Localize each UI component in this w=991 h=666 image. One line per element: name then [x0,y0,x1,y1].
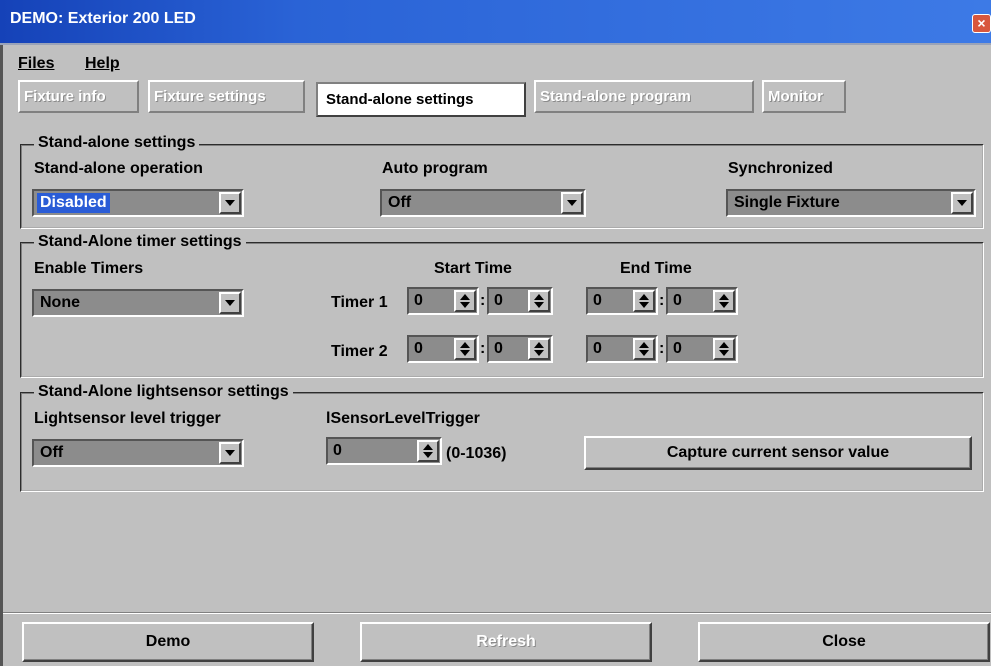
end-time-label: End Time [620,260,692,277]
auto-program-select[interactable]: Off [380,189,586,217]
close-window-icon[interactable]: × [972,14,991,33]
spinner-arrows-icon[interactable] [417,440,439,462]
spinner-arrows-icon[interactable] [528,338,550,360]
spinner-arrows-icon[interactable] [454,290,476,312]
synchronized-select[interactable]: Single Fixture [726,189,976,217]
tab-monitor[interactable]: Monitor [762,80,846,113]
menu-help[interactable]: Help [85,55,120,73]
timer2-end-hour-spinner[interactable]: 0 [586,335,658,363]
synchronized-label: Synchronized [728,160,833,177]
close-button[interactable]: Close [698,622,990,662]
spinner-arrows-icon[interactable] [633,290,655,312]
timer2-start-minute-spinner[interactable]: 0 [487,335,553,363]
spinner-arrows-icon[interactable] [454,338,476,360]
time-separator: : [480,292,486,309]
capture-sensor-value-button[interactable]: Capture current sensor value [584,436,972,470]
standalone-operation-label: Stand-alone operation [34,160,203,177]
time-separator: : [480,340,486,357]
refresh-button[interactable]: Refresh [360,622,652,662]
time-separator: : [659,340,665,357]
enable-timers-label: Enable Timers [34,260,144,277]
enable-timers-value: None [40,294,80,311]
spinner-arrows-icon[interactable] [528,290,550,312]
spinner-arrows-icon[interactable] [633,338,655,360]
timer2-start-minute-value: 0 [494,340,503,357]
timer1-start-hour-value: 0 [414,292,423,309]
sensor-level-trigger-value: 0 [333,442,342,459]
start-time-label: Start Time [434,260,512,277]
timer1-start-hour-spinner[interactable]: 0 [407,287,479,315]
timer1-start-minute-spinner[interactable]: 0 [487,287,553,315]
menu-help-label: Help [85,55,120,72]
chevron-down-icon[interactable] [219,192,241,214]
timer2-end-minute-value: 0 [673,340,682,357]
spinner-arrows-icon[interactable] [713,338,735,360]
lightsensor-settings-legend: Stand-Alone lightsensor settings [34,383,293,401]
spinner-arrows-icon[interactable] [713,290,735,312]
timer2-start-hour-value: 0 [414,340,423,357]
tab-stand-alone-program[interactable]: Stand-alone program [534,80,754,113]
timer-settings-legend: Stand-Alone timer settings [34,233,246,251]
timer2-start-hour-spinner[interactable]: 0 [407,335,479,363]
sensor-range-text: (0-1036) [446,445,507,462]
tab-stand-alone-settings[interactable]: Stand-alone settings [316,82,526,117]
timer1-end-hour-spinner[interactable]: 0 [586,287,658,315]
timer1-end-minute-spinner[interactable]: 0 [666,287,738,315]
time-separator: : [659,292,665,309]
standalone-operation-value: Disabled [37,193,110,213]
chevron-down-icon[interactable] [561,192,583,214]
auto-program-value: Off [388,194,412,211]
chevron-down-icon[interactable] [219,292,241,314]
footer-divider [3,612,991,614]
chevron-down-icon[interactable] [219,442,241,464]
standalone-settings-legend: Stand-alone settings [34,134,200,152]
tab-fixture-settings[interactable]: Fixture settings [148,80,305,113]
tab-fixture-info[interactable]: Fixture info [18,80,139,113]
timer1-start-minute-value: 0 [494,292,503,309]
sensor-level-trigger-spinner[interactable]: 0 [326,437,442,465]
lightsensor-level-trigger-select[interactable]: Off [32,439,244,467]
enable-timers-select[interactable]: None [32,289,244,317]
timer2-end-minute-spinner[interactable]: 0 [666,335,738,363]
auto-program-label: Auto program [382,160,488,177]
lightsensor-level-trigger-value: Off [40,444,64,461]
title-divider [0,43,991,45]
timer2-label: Timer 2 [331,343,388,360]
standalone-operation-select[interactable]: Disabled [32,189,244,217]
sensor-level-trigger-label: lSensorLevelTrigger [326,410,480,427]
timer2-end-hour-value: 0 [593,340,602,357]
timer1-label: Timer 1 [331,294,388,311]
menu-files[interactable]: Files [18,55,54,73]
window-title: DEMO: Exterior 200 LED [10,10,196,27]
timer1-end-minute-value: 0 [673,292,682,309]
menu-files-label: Files [18,55,55,72]
lightsensor-level-trigger-label: Lightsensor level trigger [34,410,221,427]
demo-button[interactable]: Demo [22,622,314,662]
synchronized-value: Single Fixture [734,194,840,211]
chevron-down-icon[interactable] [951,192,973,214]
title-bar: DEMO: Exterior 200 LED × [0,0,991,43]
timer1-end-hour-value: 0 [593,292,602,309]
window-left-border [0,45,3,666]
